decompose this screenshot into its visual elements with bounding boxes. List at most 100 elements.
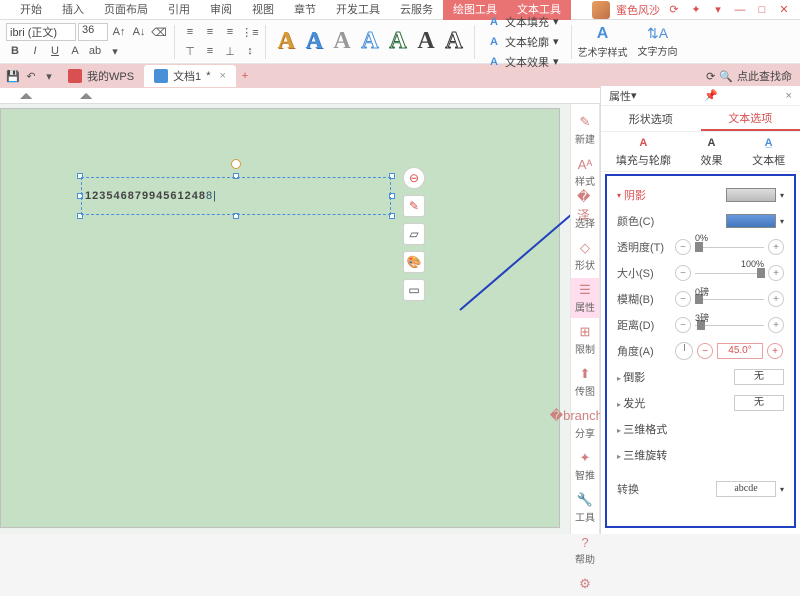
- italic-button[interactable]: I: [26, 42, 44, 60]
- page[interactable]: 123546879945612488| ⊖ ✎ ▱ 🎨 ▭: [0, 108, 560, 528]
- side-upload[interactable]: ⬆传图: [571, 362, 599, 402]
- dist-slider[interactable]: 3磅: [695, 317, 764, 333]
- size-slider[interactable]: 100%: [695, 265, 764, 281]
- side-help[interactable]: ?帮助: [571, 530, 599, 570]
- redo-icon[interactable]: ▾: [40, 67, 58, 85]
- textbox-selected[interactable]: 123546879945612488|: [81, 177, 391, 215]
- tab-section[interactable]: 章节: [284, 0, 326, 20]
- highlight-button[interactable]: ab: [86, 42, 104, 60]
- font-size-select[interactable]: 36: [78, 23, 108, 41]
- close-tab-icon[interactable]: ×: [219, 70, 225, 82]
- align-center-icon[interactable]: ≡: [201, 23, 219, 41]
- subtab-fill[interactable]: A填充与轮廓: [616, 135, 671, 168]
- tab-cloud[interactable]: 云服务: [390, 0, 443, 20]
- subtab-effect[interactable]: A效果: [700, 135, 722, 168]
- side-share[interactable]: �branching分享: [571, 404, 599, 444]
- tab-insert[interactable]: 插入: [52, 0, 94, 20]
- side-tools[interactable]: 🔧工具: [571, 488, 599, 528]
- align-right-icon[interactable]: ≡: [221, 23, 239, 41]
- section-reflect[interactable]: 倒影: [617, 369, 645, 385]
- section-shadow[interactable]: 阴影: [617, 187, 646, 203]
- trans-plus[interactable]: +: [768, 239, 784, 255]
- section-3drot[interactable]: 三维旋转: [617, 447, 667, 463]
- section-glow[interactable]: 发光: [617, 395, 645, 411]
- dist-plus[interactable]: +: [768, 317, 784, 333]
- side-select[interactable]: �泽选择: [571, 194, 599, 234]
- text-outline-button[interactable]: A文本轮廓▾: [481, 32, 565, 52]
- transform-value[interactable]: abcde: [716, 481, 776, 497]
- valign-top-icon[interactable]: ⊤: [181, 42, 199, 60]
- wordart-preset-3[interactable]: A: [328, 27, 356, 57]
- refresh-icon[interactable]: ⟳: [706, 70, 715, 83]
- sync-icon[interactable]: ⟳: [666, 2, 682, 18]
- cat-icon[interactable]: ✦: [688, 2, 704, 18]
- size-minus[interactable]: −: [675, 265, 691, 281]
- search-hint[interactable]: ⟳ 🔍 点此查找命: [706, 68, 796, 84]
- wordart-preset-1[interactable]: A: [272, 27, 300, 57]
- tab-start[interactable]: 开始: [10, 0, 52, 20]
- tab-review[interactable]: 审阅: [200, 0, 242, 20]
- side-smart[interactable]: ✦智推: [571, 446, 599, 486]
- tab-layout[interactable]: 页面布局: [94, 0, 158, 20]
- wordart-preset-4[interactable]: A: [356, 27, 384, 57]
- save-icon[interactable]: 💾: [4, 67, 22, 85]
- tab-mywps[interactable]: 我的WPS: [58, 65, 144, 87]
- dropdown-icon[interactable]: ▾: [710, 2, 726, 18]
- size-plus[interactable]: +: [768, 265, 784, 281]
- panel-close-icon[interactable]: ×: [786, 90, 792, 102]
- proptab-text[interactable]: 文本选项: [701, 106, 800, 131]
- subtab-textbox[interactable]: A̲文本框: [752, 135, 785, 168]
- side-style[interactable]: Aᴬ样式: [571, 152, 599, 192]
- text-direction-button[interactable]: ⇅A 文字方向: [638, 25, 678, 58]
- wordart-preset-7[interactable]: A: [440, 27, 468, 57]
- angle-minus[interactable]: −: [697, 343, 713, 359]
- shrink-font-icon[interactable]: A↓: [130, 23, 148, 41]
- trans-minus[interactable]: −: [675, 239, 691, 255]
- float-outline-icon[interactable]: ▭: [403, 279, 425, 301]
- trans-slider[interactable]: 0%: [695, 239, 764, 255]
- avatar[interactable]: [592, 1, 610, 19]
- grow-font-icon[interactable]: A↑: [110, 23, 128, 41]
- angle-plus[interactable]: +: [767, 343, 783, 359]
- rotate-handle[interactable]: [231, 159, 241, 169]
- side-new[interactable]: ✎新建: [571, 110, 599, 150]
- undo-icon[interactable]: ↶: [22, 67, 40, 85]
- section-3dfmt[interactable]: 三维格式: [617, 421, 667, 437]
- blur-slider[interactable]: 0磅: [695, 291, 764, 307]
- text-effect-button[interactable]: A文本效果▾: [481, 52, 565, 72]
- wordart-preset-6[interactable]: A: [412, 27, 440, 57]
- spacing-icon[interactable]: ↕: [241, 42, 259, 60]
- shadow-preset[interactable]: [726, 188, 776, 202]
- side-settings[interactable]: ⚙: [571, 572, 599, 596]
- dist-minus[interactable]: −: [675, 317, 691, 333]
- new-tab-icon[interactable]: +: [236, 67, 254, 85]
- maximize-icon[interactable]: □: [754, 2, 770, 18]
- glow-value[interactable]: 无: [734, 395, 784, 411]
- wordart-style-button[interactable]: A 艺术字样式: [578, 25, 628, 59]
- reflect-value[interactable]: 无: [734, 369, 784, 385]
- valign-mid-icon[interactable]: ≡: [201, 42, 219, 60]
- bullets-icon[interactable]: ⋮≡: [241, 23, 259, 41]
- font-name-select[interactable]: ibri (正文): [6, 23, 76, 41]
- clear-format-icon[interactable]: ⌫: [150, 23, 168, 41]
- align-left-icon[interactable]: ≡: [181, 23, 199, 41]
- side-shape[interactable]: ◇形状: [571, 236, 599, 276]
- tab-view[interactable]: 视图: [242, 0, 284, 20]
- proptab-shape[interactable]: 形状选项: [601, 106, 701, 131]
- wordart-preset-5[interactable]: A: [384, 27, 412, 57]
- tab-ref[interactable]: 引用: [158, 0, 200, 20]
- text-fill-button[interactable]: A文本填充▾: [481, 12, 565, 32]
- pin-icon[interactable]: 📌: [704, 89, 718, 102]
- tab-doc1[interactable]: 文档1*×: [144, 65, 236, 87]
- close-icon[interactable]: ✕: [776, 2, 792, 18]
- bold-button[interactable]: B: [6, 42, 24, 60]
- float-edit-icon[interactable]: ✎: [403, 195, 425, 217]
- valign-bot-icon[interactable]: ⊥: [221, 42, 239, 60]
- more-font-icon[interactable]: ▾: [106, 42, 124, 60]
- tab-dev[interactable]: 开发工具: [326, 0, 390, 20]
- blur-plus[interactable]: +: [768, 291, 784, 307]
- blur-minus[interactable]: −: [675, 291, 691, 307]
- wordart-preset-2[interactable]: A: [300, 27, 328, 57]
- float-delete-icon[interactable]: ⊖: [403, 167, 425, 189]
- float-layout-icon[interactable]: ▱: [403, 223, 425, 245]
